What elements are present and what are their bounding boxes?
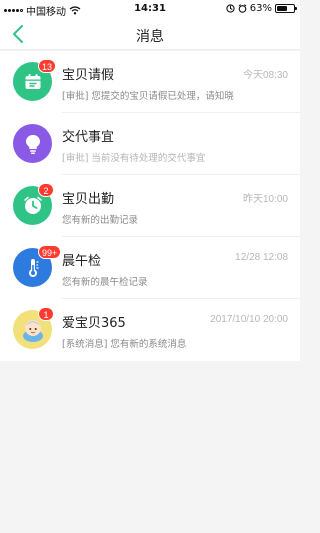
message-title: 晨午检: [62, 254, 102, 269]
message-time: 2017/10/10 20:00: [210, 314, 288, 325]
unread-badge: 2: [38, 183, 54, 197]
message-time: 昨天10:00: [242, 194, 288, 205]
message-list: 13 宝贝请假 今天08:30 [审批] 您提交的宝贝请假已处理，请知晓 交代事…: [0, 51, 300, 361]
message-item-system[interactable]: 1 爱宝贝365 2017/10/10 20:00 [系统消息] 您有新的系统消…: [0, 299, 300, 361]
icon-wrap: 99+: [13, 245, 62, 287]
message-title: 宝贝出勤: [62, 192, 115, 207]
message-item-health-check[interactable]: 99+ 晨午检 12/28 12:08 您有新的晨午检记录: [0, 237, 300, 299]
message-preview: 您有新的晨午检记录: [62, 277, 148, 288]
icon-wrap: 2: [13, 183, 54, 225]
status-right: 63%: [226, 3, 297, 14]
battery-percent: 63%: [249, 3, 272, 14]
unread-badge: 99+: [38, 245, 62, 259]
message-preview: 您有新的出勤记录: [62, 215, 139, 226]
battery-icon: [275, 4, 297, 13]
message-item-handover[interactable]: 交代事宜 [审批] 当前没有待处理的交代事宜: [0, 113, 300, 175]
message-title: 爱宝贝365: [62, 316, 126, 331]
message-time: 12/28 12:08: [235, 252, 288, 263]
message-preview: [审批] 当前没有待处理的交代事宜: [62, 153, 206, 164]
message-item-attendance[interactable]: 2 宝贝出勤 昨天10:00 您有新的出勤记录: [0, 175, 300, 237]
page-title: 消息: [136, 29, 164, 45]
message-preview: [系统消息] 您有新的系统消息: [62, 339, 187, 350]
message-preview: [审批] 您提交的宝贝请假已处理，请知晓: [62, 91, 234, 102]
message-title: 交代事宜: [62, 130, 115, 145]
icon-wrap: [13, 124, 52, 163]
lightbulb-icon: [13, 124, 52, 163]
status-bar: 中国移动 14:31 63%: [0, 0, 300, 18]
location-lock-icon: [226, 4, 235, 13]
icon-wrap: 1: [13, 307, 54, 349]
unread-badge: 13: [38, 59, 57, 73]
message-title: 宝贝请假: [62, 68, 115, 83]
nav-bar: 消息: [0, 18, 300, 50]
alarm-icon: [238, 4, 247, 13]
message-time: 今天08:30: [242, 70, 288, 81]
icon-wrap: 13: [13, 59, 57, 101]
message-item-leave[interactable]: 13 宝贝请假 今天08:30 [审批] 您提交的宝贝请假已处理，请知晓: [0, 51, 300, 113]
unread-badge: 1: [38, 307, 54, 321]
